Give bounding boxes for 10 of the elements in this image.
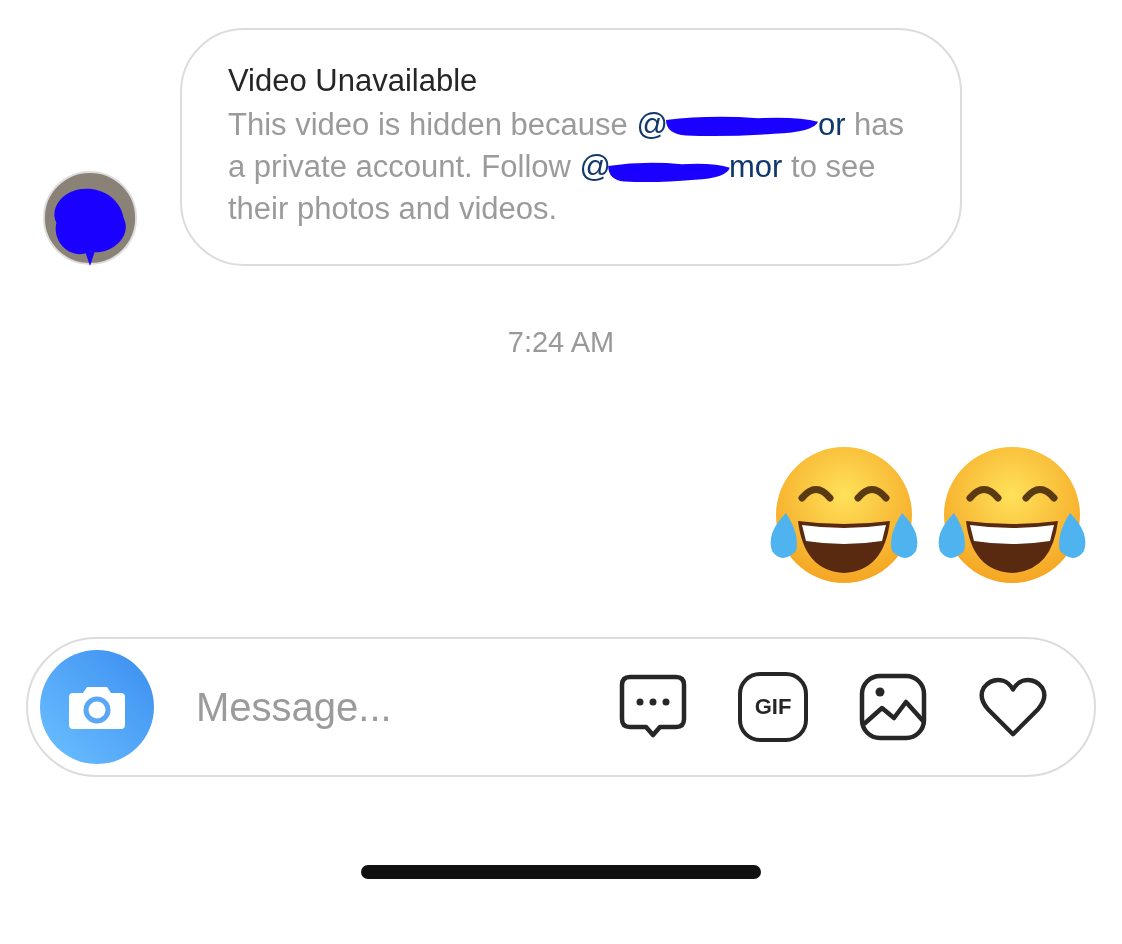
message-input[interactable]: Message... [194,683,578,731]
message-title: Video Unavailable [228,62,479,100]
gif-button[interactable]: GIF [738,672,808,742]
username-link[interactable]: @ or [636,107,846,142]
timestamp: 7:24 AM [506,326,616,359]
username-link[interactable]: @ mor [579,149,783,184]
camera-button[interactable] [40,650,154,764]
avatar[interactable] [42,170,138,266]
image-icon[interactable] [858,672,928,742]
message-text: This video is hidden because @ or has a private account. Follow @ mor to see their photos and videos. [228,106,906,228]
